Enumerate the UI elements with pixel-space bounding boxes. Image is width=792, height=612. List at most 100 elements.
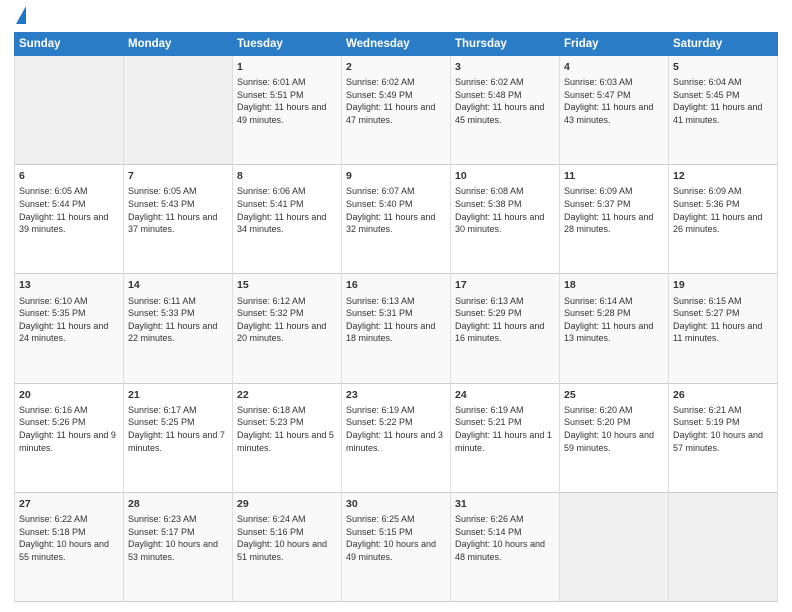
calendar-cell: 4Sunrise: 6:03 AM Sunset: 5:47 PM Daylig… [560, 56, 669, 165]
calendar-cell [124, 56, 233, 165]
day-info: Sunrise: 6:06 AM Sunset: 5:41 PM Dayligh… [237, 185, 337, 235]
day-info: Sunrise: 6:12 AM Sunset: 5:32 PM Dayligh… [237, 295, 337, 345]
calendar-cell: 18Sunrise: 6:14 AM Sunset: 5:28 PM Dayli… [560, 274, 669, 383]
day-info: Sunrise: 6:17 AM Sunset: 5:25 PM Dayligh… [128, 404, 228, 454]
calendar-week-row: 27 Sunrise: 6:22 AM Sunset: 5:18 PM Dayli… [15, 492, 778, 601]
day-info: Sunrise: 6:08 AM Sunset: 5:38 PM Dayligh… [455, 185, 555, 235]
day-info: Sunrise: 6:21 AM Sunset: 5:19 PM Dayligh… [673, 404, 773, 454]
calendar-cell: 29 Sunrise: 6:24 AM Sunset: 5:16 PM Dayli… [233, 492, 342, 601]
calendar-cell [560, 492, 669, 601]
day-info: Sunrise: 6:07 AM Sunset: 5:40 PM Dayligh… [346, 185, 446, 235]
calendar-cell: 14 Sunrise: 6:11 AM Sunset: 5:33 PM Dayli… [124, 274, 233, 383]
logo [14, 10, 26, 24]
day-info: Sunrise: 6:13 AM Sunset: 5:31 PM Dayligh… [346, 295, 446, 345]
calendar-cell: 5 Sunrise: 6:04 AM Sunset: 5:45 PM Daylig… [669, 56, 778, 165]
day-number: 3 [455, 60, 555, 74]
day-info: Sunrise: 6:01 AM Sunset: 5:51 PM Dayligh… [237, 76, 337, 126]
day-info: Sunrise: 6:24 AM Sunset: 5:16 PM Dayligh… [237, 513, 337, 563]
day-info: Sunrise: 6:16 AM Sunset: 5:26 PM Dayligh… [19, 404, 119, 454]
calendar-cell: 16 Sunrise: 6:13 AM Sunset: 5:31 PM Dayli… [342, 274, 451, 383]
calendar-week-row: 6 Sunrise: 6:05 AM Sunset: 5:44 PM Daylig… [15, 165, 778, 274]
day-info: Sunrise: 6:20 AM Sunset: 5:20 PM Dayligh… [564, 404, 664, 454]
day-number: 24 [455, 388, 555, 402]
calendar-cell: 1 Sunrise: 6:01 AM Sunset: 5:51 PM Daylig… [233, 56, 342, 165]
day-info: Sunrise: 6:05 AM Sunset: 5:44 PM Dayligh… [19, 185, 119, 235]
day-number: 31 [455, 497, 555, 511]
day-info: Sunrise: 6:09 AM Sunset: 5:37 PM Dayligh… [564, 185, 664, 235]
day-info: Sunrise: 6:13 AM Sunset: 5:29 PM Dayligh… [455, 295, 555, 345]
calendar-week-row: 13 Sunrise: 6:10 AM Sunset: 5:35 PM Dayli… [15, 274, 778, 383]
day-info: Sunrise: 6:05 AM Sunset: 5:43 PM Dayligh… [128, 185, 228, 235]
day-number: 13 [19, 278, 119, 292]
day-info: Sunrise: 6:22 AM Sunset: 5:18 PM Dayligh… [19, 513, 119, 563]
day-info: Sunrise: 6:18 AM Sunset: 5:23 PM Dayligh… [237, 404, 337, 454]
calendar-cell: 23Sunrise: 6:19 AM Sunset: 5:22 PM Dayli… [342, 383, 451, 492]
day-number: 11 [564, 169, 664, 183]
logo-triangle-icon [16, 6, 26, 24]
day-number: 6 [19, 169, 119, 183]
day-info: Sunrise: 6:04 AM Sunset: 5:45 PM Dayligh… [673, 76, 773, 126]
day-number: 5 [673, 60, 773, 74]
day-info: Sunrise: 6:26 AM Sunset: 5:14 PM Dayligh… [455, 513, 555, 563]
calendar-cell: 20 Sunrise: 6:16 AM Sunset: 5:26 PM Dayli… [15, 383, 124, 492]
calendar: SundayMondayTuesdayWednesdayThursdayFrid… [14, 32, 778, 602]
day-number: 12 [673, 169, 773, 183]
day-of-week-header: Tuesday [233, 33, 342, 56]
day-info: Sunrise: 6:19 AM Sunset: 5:21 PM Dayligh… [455, 404, 555, 454]
page: SundayMondayTuesdayWednesdayThursdayFrid… [0, 0, 792, 612]
calendar-cell: 7 Sunrise: 6:05 AM Sunset: 5:43 PM Daylig… [124, 165, 233, 274]
calendar-body: 1 Sunrise: 6:01 AM Sunset: 5:51 PM Daylig… [15, 56, 778, 602]
day-number: 9 [346, 169, 446, 183]
day-info: Sunrise: 6:02 AM Sunset: 5:48 PM Dayligh… [455, 76, 555, 126]
day-number: 15 [237, 278, 337, 292]
day-number: 28 [128, 497, 228, 511]
day-number: 18 [564, 278, 664, 292]
day-number: 16 [346, 278, 446, 292]
calendar-cell: 27 Sunrise: 6:22 AM Sunset: 5:18 PM Dayli… [15, 492, 124, 601]
day-number: 20 [19, 388, 119, 402]
day-number: 7 [128, 169, 228, 183]
day-number: 23 [346, 388, 446, 402]
calendar-cell: 24 Sunrise: 6:19 AM Sunset: 5:21 PM Dayli… [451, 383, 560, 492]
calendar-header: SundayMondayTuesdayWednesdayThursdayFrid… [15, 33, 778, 56]
day-info: Sunrise: 6:11 AM Sunset: 5:33 PM Dayligh… [128, 295, 228, 345]
calendar-cell: 17Sunrise: 6:13 AM Sunset: 5:29 PM Dayli… [451, 274, 560, 383]
day-number: 8 [237, 169, 337, 183]
day-number: 21 [128, 388, 228, 402]
day-number: 10 [455, 169, 555, 183]
day-info: Sunrise: 6:25 AM Sunset: 5:15 PM Dayligh… [346, 513, 446, 563]
calendar-cell: 26 Sunrise: 6:21 AM Sunset: 5:19 PM Dayli… [669, 383, 778, 492]
calendar-cell: 19Sunrise: 6:15 AM Sunset: 5:27 PM Dayli… [669, 274, 778, 383]
day-number: 2 [346, 60, 446, 74]
header [14, 10, 778, 24]
calendar-week-row: 1 Sunrise: 6:01 AM Sunset: 5:51 PM Daylig… [15, 56, 778, 165]
calendar-cell [15, 56, 124, 165]
day-of-week-header: Sunday [15, 33, 124, 56]
day-number: 22 [237, 388, 337, 402]
calendar-cell: 13 Sunrise: 6:10 AM Sunset: 5:35 PM Dayli… [15, 274, 124, 383]
day-info: Sunrise: 6:23 AM Sunset: 5:17 PM Dayligh… [128, 513, 228, 563]
day-info: Sunrise: 6:02 AM Sunset: 5:49 PM Dayligh… [346, 76, 446, 126]
day-number: 27 [19, 497, 119, 511]
day-info: Sunrise: 6:09 AM Sunset: 5:36 PM Dayligh… [673, 185, 773, 235]
calendar-cell [669, 492, 778, 601]
day-number: 29 [237, 497, 337, 511]
calendar-week-row: 20 Sunrise: 6:16 AM Sunset: 5:26 PM Dayli… [15, 383, 778, 492]
day-of-week-header: Friday [560, 33, 669, 56]
day-of-week-header: Thursday [451, 33, 560, 56]
calendar-cell: 31 Sunrise: 6:26 AM Sunset: 5:14 PM Dayli… [451, 492, 560, 601]
calendar-cell: 28 Sunrise: 6:23 AM Sunset: 5:17 PM Dayli… [124, 492, 233, 601]
day-number: 1 [237, 60, 337, 74]
day-number: 14 [128, 278, 228, 292]
calendar-cell: 6 Sunrise: 6:05 AM Sunset: 5:44 PM Daylig… [15, 165, 124, 274]
day-number: 26 [673, 388, 773, 402]
day-number: 19 [673, 278, 773, 292]
calendar-cell: 30Sunrise: 6:25 AM Sunset: 5:15 PM Dayli… [342, 492, 451, 601]
calendar-cell: 12 Sunrise: 6:09 AM Sunset: 5:36 PM Dayli… [669, 165, 778, 274]
day-of-week-header: Monday [124, 33, 233, 56]
calendar-cell: 15 Sunrise: 6:12 AM Sunset: 5:32 PM Dayli… [233, 274, 342, 383]
day-info: Sunrise: 6:10 AM Sunset: 5:35 PM Dayligh… [19, 295, 119, 345]
calendar-cell: 3 Sunrise: 6:02 AM Sunset: 5:48 PM Daylig… [451, 56, 560, 165]
day-number: 25 [564, 388, 664, 402]
day-of-week-header: Saturday [669, 33, 778, 56]
